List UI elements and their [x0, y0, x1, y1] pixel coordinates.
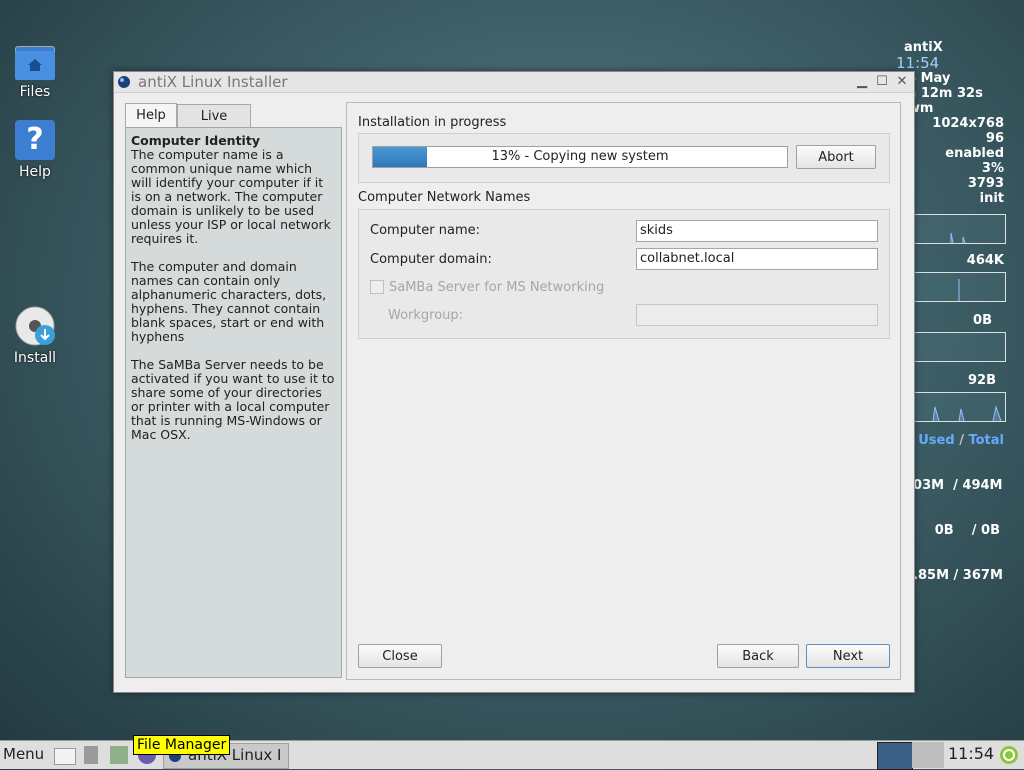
desktop-icon-label: Install [13, 350, 57, 366]
samba-label: SaMBa Server for MS Networking [389, 280, 605, 295]
conky-status: enabled [945, 146, 1004, 161]
menu-button[interactable]: Menu [3, 745, 44, 763]
system-monitor: antiX 11:54 26 May 0h 12m 32s -jwm 1024x… [896, 40, 1024, 206]
window-title: antiX Linux Installer [138, 73, 288, 91]
antix-logo-icon [118, 76, 130, 88]
close-button[interactable]: Close [358, 644, 442, 668]
workspace-pager-2[interactable] [912, 742, 944, 768]
mem-rows: 103M / 494M 0B / 0B 1.85M / 367M [904, 448, 1003, 598]
tooltip: File Manager [133, 735, 231, 755]
mem-row: 0B / 0B [934, 523, 1000, 538]
net-up-graph [912, 332, 1006, 362]
abort-button[interactable]: Abort [796, 145, 876, 169]
workgroup-input[interactable] [636, 304, 878, 326]
desktop-icon-help[interactable]: ? Help [0, 120, 70, 180]
conky-date: 26 May [898, 71, 951, 86]
mem-sep: / [954, 433, 969, 448]
title-bar[interactable]: antiX Linux Installer ▁ ☐ ✕ [114, 72, 914, 93]
back-button[interactable]: Back [717, 644, 799, 668]
conky-uptime: 0h 12m 32s [898, 86, 983, 101]
launcher-icon[interactable] [84, 746, 98, 764]
tab-live-log[interactable]: Live Log [177, 104, 251, 148]
mem-used-label: Used [918, 433, 955, 448]
help-paragraph: The computer and domain names can contai… [131, 259, 327, 344]
conky-disk: 92B [968, 373, 996, 388]
terminal-launcher-icon[interactable] [110, 746, 128, 764]
content-frame [346, 102, 901, 680]
conky-net-up: 0B [973, 313, 992, 328]
computer-domain-label: Computer domain: [370, 252, 492, 267]
conky-title: antiX [904, 40, 943, 55]
folder-icon [15, 46, 55, 80]
network-section-label: Computer Network Names [358, 190, 531, 205]
progress-section-label: Installation in progress [358, 115, 507, 130]
mem-row: 103M / 494M [904, 478, 1003, 493]
conky-wm: -jwm [898, 101, 934, 116]
conky-time: 11:54 [896, 54, 940, 72]
desktop-icon-install[interactable]: Install [0, 306, 70, 366]
conky-dpi: 96 [985, 131, 1004, 146]
net-down-graph [912, 272, 1006, 302]
desktop-icon-label: Help [19, 164, 51, 180]
tab-help[interactable]: Help [125, 103, 177, 129]
disk-graph [912, 392, 1006, 422]
next-button[interactable]: Next [806, 644, 890, 668]
mem-total-label: Total [968, 433, 1004, 448]
conky-cpu: 3% [981, 161, 1004, 176]
maximize-icon[interactable]: ☐ [874, 74, 890, 90]
help-paragraph: The SaMBa Server needs to be activated i… [131, 357, 335, 442]
cpu-graph [912, 214, 1006, 244]
minimize-icon[interactable]: ▁ [854, 74, 870, 90]
computer-domain-input[interactable]: collabnet.local [636, 248, 878, 270]
progress-text: 13% - Copying new system [491, 149, 669, 164]
computer-name-label: Computer name: [370, 223, 481, 238]
conky-net-down: 464K [966, 253, 1004, 268]
conky-resolution: 1024x768 [932, 116, 1004, 131]
question-icon: ? [15, 120, 55, 160]
desktop-icon-files[interactable]: Files [0, 46, 70, 100]
help-heading: Computer Identity [131, 133, 260, 148]
mem-row: 1.85M / 367M [904, 568, 1003, 583]
conky-cpu-mhz: 3793 [967, 176, 1004, 191]
mem-header: Used / Total [918, 433, 1004, 448]
help-panel: Computer Identity The computer name is a… [125, 127, 342, 678]
file-manager-launcher-icon[interactable] [54, 748, 76, 765]
samba-checkbox[interactable] [370, 280, 384, 294]
workspace-pager[interactable] [877, 742, 913, 770]
computer-name-input[interactable]: skids [636, 220, 878, 242]
progress-bar: 13% - Copying new system [372, 146, 788, 168]
close-icon[interactable]: ✕ [894, 74, 910, 90]
workgroup-label: Workgroup: [388, 308, 464, 323]
taskbar-clock[interactable]: 11:54 [948, 744, 994, 763]
power-icon[interactable] [999, 745, 1019, 765]
desktop-icon-label: Files [19, 84, 51, 100]
help-paragraph: The computer name is a common unique nam… [131, 147, 331, 246]
install-disc-icon [15, 306, 55, 346]
conky-init: init [979, 191, 1004, 206]
